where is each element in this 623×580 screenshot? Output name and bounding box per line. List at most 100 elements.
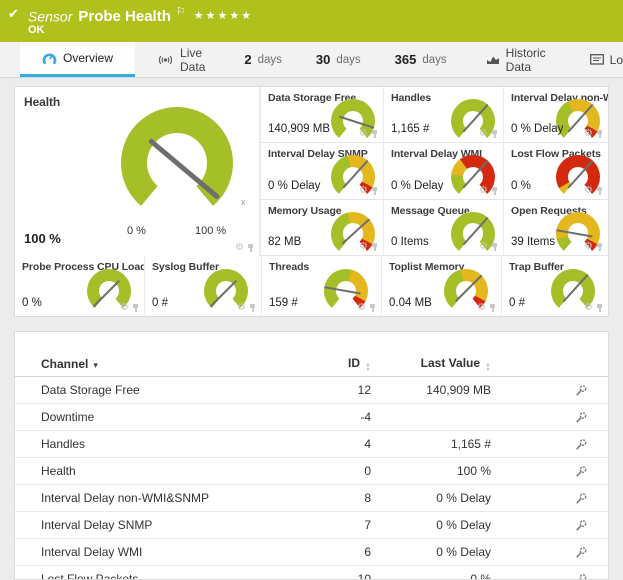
tab-historic-data[interactable]: Historic Data bbox=[464, 42, 568, 77]
pin-icon[interactable] bbox=[489, 303, 496, 313]
cell-actions bbox=[491, 383, 588, 397]
table-row[interactable]: Downtime-4 bbox=[15, 404, 608, 431]
tab-365-days[interactable]: 365 days bbox=[378, 42, 464, 77]
pin-icon[interactable] bbox=[132, 303, 139, 313]
column-header-id[interactable]: ID▲▼ bbox=[311, 356, 371, 372]
gauge-label: Health bbox=[24, 95, 60, 109]
sort-arrows-icon: ▲▼ bbox=[485, 363, 491, 372]
tab-overview[interactable]: Overview bbox=[20, 42, 135, 77]
gear-icon[interactable]: ⚙ bbox=[584, 129, 593, 139]
gauge-tile[interactable]: Syslog Buffer0 #⚙ bbox=[144, 256, 261, 316]
channel-settings-icon[interactable] bbox=[574, 384, 588, 397]
gauge-tile[interactable]: Interval Delay non-WMI&SNMP0 % Delay⚙ bbox=[503, 87, 608, 143]
pin-icon[interactable] bbox=[596, 242, 603, 252]
pin-icon[interactable] bbox=[491, 242, 498, 252]
channel-settings-icon[interactable] bbox=[574, 411, 588, 424]
table-row[interactable]: Interval Delay SNMP70 % Delay bbox=[15, 512, 608, 539]
tab-30-days[interactable]: 30 days bbox=[299, 42, 378, 77]
gauge-tile[interactable]: Handles1,165 #⚙ bbox=[383, 87, 503, 143]
channel-settings-icon[interactable] bbox=[574, 438, 588, 451]
gauge-value: 100 % bbox=[24, 231, 61, 246]
column-header-channel[interactable]: Channel▾ bbox=[41, 357, 311, 371]
gauge-tile-icons: ⚙ bbox=[479, 186, 498, 196]
channel-settings-icon[interactable] bbox=[574, 546, 588, 559]
gauge-tile[interactable]: Message Queue0 Items⚙ bbox=[383, 200, 503, 256]
cell-last-value: 0 % Delay bbox=[371, 545, 491, 559]
gauge-tile[interactable]: Interval Delay WMI0 % Delay⚙ bbox=[383, 143, 503, 199]
gear-icon[interactable]: ⚙ bbox=[120, 303, 129, 313]
gauge-tile-icons: ⚙ bbox=[359, 186, 378, 196]
sensor-kind-label: Sensor bbox=[28, 8, 72, 24]
gear-icon[interactable]: ⚙ bbox=[584, 303, 593, 313]
gauge-tile-icons: ⚙ bbox=[584, 242, 603, 252]
gauge-label: Handles bbox=[391, 92, 431, 104]
gauge-value: 82 MB bbox=[268, 236, 301, 248]
gear-icon[interactable]: ⚙ bbox=[479, 186, 488, 196]
pin-icon[interactable] bbox=[371, 129, 378, 139]
pin-icon[interactable] bbox=[371, 186, 378, 196]
cell-last-value: 1,165 # bbox=[371, 437, 491, 451]
gear-icon[interactable]: ⚙ bbox=[359, 186, 368, 196]
pin-icon[interactable] bbox=[491, 186, 498, 196]
gauge-bottom-row: Probe Process CPU Load0 %⚙Syslog Buffer0… bbox=[15, 256, 608, 316]
gear-icon[interactable]: ⚙ bbox=[357, 303, 366, 313]
tab-log[interactable]: Log bbox=[568, 42, 623, 77]
column-header-last-value[interactable]: Last Value▲▼ bbox=[371, 356, 491, 372]
table-row[interactable]: Handles41,165 # bbox=[15, 431, 608, 458]
gauge-value: 0.04 MB bbox=[389, 297, 432, 309]
gauge-tile[interactable]: Threads159 #⚙ bbox=[261, 256, 381, 316]
table-row[interactable]: Lost Flow Packets100 % bbox=[15, 566, 608, 580]
tab-live-data[interactable]: Live Data bbox=[135, 42, 227, 77]
gauge-tile[interactable]: Lost Flow Packets0 %⚙ bbox=[503, 143, 608, 199]
gauge-tile[interactable]: Toplist Memory0.04 MB⚙ bbox=[381, 256, 501, 316]
gear-icon[interactable]: ⚙ bbox=[479, 129, 488, 139]
gauge-value: 0 % bbox=[22, 297, 42, 309]
table-row[interactable]: Health0100 % bbox=[15, 458, 608, 485]
flag-icon[interactable]: ⚐ bbox=[176, 6, 186, 18]
sensor-header: ✔ SensorProbe Health⚐★★★★★ OK bbox=[0, 0, 623, 42]
health-tile[interactable]: Health 0 % 100 % x 100 % ⚙ bbox=[15, 87, 260, 256]
gear-icon[interactable]: ⚙ bbox=[235, 243, 244, 253]
gauge-tile[interactable]: Interval Delay SNMP0 % Delay⚙ bbox=[260, 143, 383, 199]
tab-2-days[interactable]: 2 days bbox=[227, 42, 299, 77]
tab-unit: days bbox=[336, 54, 360, 66]
gauge-tile[interactable]: Trap Buffer0 #⚙ bbox=[501, 256, 608, 316]
cell-actions bbox=[491, 437, 588, 451]
gear-icon[interactable]: ⚙ bbox=[237, 303, 246, 313]
gauge-tile[interactable]: Probe Process CPU Load0 %⚙ bbox=[15, 256, 144, 316]
cell-channel: Data Storage Free bbox=[41, 383, 311, 397]
pin-icon[interactable] bbox=[596, 129, 603, 139]
gear-icon[interactable]: ⚙ bbox=[477, 303, 486, 313]
channel-settings-icon[interactable] bbox=[574, 519, 588, 532]
gear-icon[interactable]: ⚙ bbox=[584, 242, 593, 252]
gear-icon[interactable]: ⚙ bbox=[359, 129, 368, 139]
channel-settings-icon[interactable] bbox=[574, 465, 588, 478]
gauge-tile[interactable]: Data Storage Free140,909 MB⚙ bbox=[260, 87, 383, 143]
pin-icon[interactable] bbox=[596, 303, 603, 313]
pin-icon[interactable] bbox=[369, 303, 376, 313]
tab-label: Historic Data bbox=[506, 46, 546, 74]
gear-icon[interactable]: ⚙ bbox=[479, 242, 488, 252]
pin-icon[interactable] bbox=[249, 303, 256, 313]
table-row[interactable]: Data Storage Free12140,909 MB bbox=[15, 377, 608, 404]
gauge-tile-icons: ⚙ bbox=[479, 242, 498, 252]
chart-icon bbox=[486, 54, 500, 65]
priority-stars[interactable]: ★★★★★ bbox=[194, 10, 253, 22]
cell-last-value: 140,909 MB bbox=[371, 383, 491, 397]
table-row[interactable]: Interval Delay WMI60 % Delay bbox=[15, 539, 608, 566]
sort-caret-icon: ▾ bbox=[93, 360, 98, 370]
pin-icon[interactable] bbox=[371, 242, 378, 252]
health-gauge-dial bbox=[121, 107, 233, 219]
table-row[interactable]: Interval Delay non-WMI&SNMP80 % Delay bbox=[15, 485, 608, 512]
gear-icon[interactable]: ⚙ bbox=[584, 186, 593, 196]
tab-label: Live Data bbox=[180, 46, 205, 74]
cell-last-value: 0 % Delay bbox=[371, 518, 491, 532]
pin-icon[interactable] bbox=[491, 129, 498, 139]
gauge-tile[interactable]: Open Requests39 Items⚙ bbox=[503, 200, 608, 256]
channel-settings-icon[interactable] bbox=[574, 492, 588, 505]
pin-icon[interactable] bbox=[596, 186, 603, 196]
gauge-tile[interactable]: Memory Usage82 MB⚙ bbox=[260, 200, 383, 256]
scale-marker: x bbox=[241, 197, 246, 207]
gear-icon[interactable]: ⚙ bbox=[359, 242, 368, 252]
pin-icon[interactable] bbox=[247, 243, 254, 253]
